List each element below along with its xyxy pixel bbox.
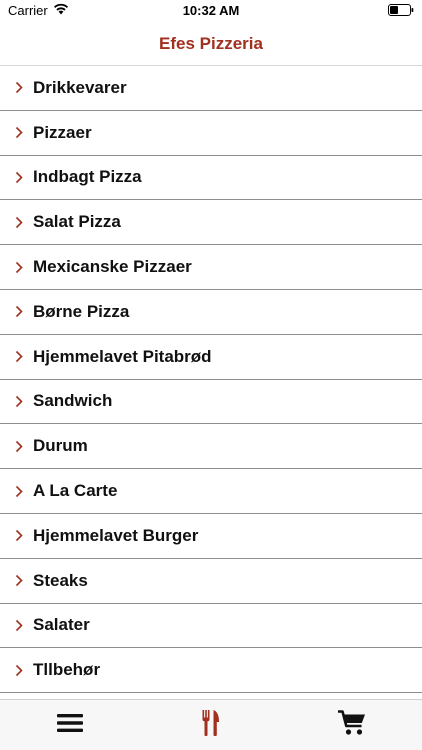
menu-item-label: Pizzaer [33, 122, 92, 142]
status-bar: Carrier 10:32 AM [0, 0, 422, 22]
chevron-right-icon [12, 350, 26, 364]
tab-menu[interactable] [0, 700, 141, 750]
navigation-bar: Efes Pizzeria [0, 22, 422, 66]
chevron-right-icon [12, 394, 26, 408]
menu-item-label: Sandwich [33, 391, 113, 411]
menu-item-label: Durum [33, 436, 88, 456]
menu-item-salat-pizza[interactable]: Salat Pizza [0, 200, 422, 246]
chevron-right-icon [12, 81, 26, 95]
hamburger-menu-icon [57, 713, 84, 737]
carrier-label: Carrier [8, 3, 48, 18]
tab-cart[interactable] [281, 700, 422, 750]
menu-item-pizzaer[interactable]: Pizzaer [0, 111, 422, 156]
status-left: Carrier [8, 3, 69, 18]
menu-item-a-la-carte[interactable]: A La Carte [0, 469, 422, 514]
menu-item-steaks[interactable]: Steaks [0, 559, 422, 604]
fork-knife-icon [202, 709, 220, 741]
chevron-right-icon [12, 439, 26, 453]
menu-item-indbagt-pizza[interactable]: Indbagt Pizza [0, 156, 422, 201]
menu-item-label: Hjemmelavet Burger [33, 525, 199, 545]
wifi-icon [53, 3, 69, 18]
chevron-right-icon [12, 126, 26, 140]
battery-icon [388, 4, 414, 19]
chevron-right-icon [12, 305, 26, 319]
chevron-right-icon [12, 484, 26, 498]
menu-item-label: Salat Pizza [33, 212, 121, 232]
chevron-right-icon [12, 215, 26, 229]
shopping-cart-icon [337, 709, 366, 741]
menu-item-drikkevarer[interactable]: Drikkevarer [0, 66, 422, 111]
menu-item-label: Mexicanske Pizzaer [33, 257, 192, 277]
menu-item-label: Tllbehør [33, 660, 101, 680]
menu-item-mexicanske-pizzaer[interactable]: Mexicanske Pizzaer [0, 245, 422, 290]
tab-bar [0, 699, 422, 750]
chevron-right-icon [12, 170, 26, 184]
chevron-right-icon [12, 663, 26, 677]
chevron-right-icon [12, 574, 26, 588]
menu-item-label: Drikkevarer [33, 77, 127, 97]
chevron-right-icon [12, 260, 26, 274]
menu-item-label: Salater [33, 615, 90, 635]
chevron-right-icon [12, 529, 26, 543]
menu-item-label: Indbagt Pizza [33, 167, 142, 187]
menu-item-label: Steaks [33, 570, 88, 590]
menu-item-borne-pizza[interactable]: Børne Pizza [0, 290, 422, 335]
tab-restaurant[interactable] [141, 700, 282, 750]
menu-item-hjemmelavet-pitabrod[interactable]: Hjemmelavet Pitabrød [0, 335, 422, 380]
menu-item-label: Børne Pizza [33, 301, 130, 321]
menu-item-tilbehor[interactable]: Tllbehør [0, 648, 422, 694]
menu-item-label: Hjemmelavet Pitabrød [33, 346, 212, 366]
menu-item-sandwich[interactable]: Sandwich [0, 380, 422, 425]
menu-item-hjemmelavet-burger[interactable]: Hjemmelavet Burger [0, 514, 422, 559]
page-title: Efes Pizzeria [159, 33, 263, 53]
menu-item-label: A La Carte [33, 481, 118, 501]
menu-category-list: Drikkevarer Pizzaer Indbagt Pizza Salat … [0, 66, 422, 699]
menu-item-durum[interactable]: Durum [0, 424, 422, 470]
chevron-right-icon [12, 618, 26, 632]
menu-item-salater[interactable]: Salater [0, 604, 422, 649]
